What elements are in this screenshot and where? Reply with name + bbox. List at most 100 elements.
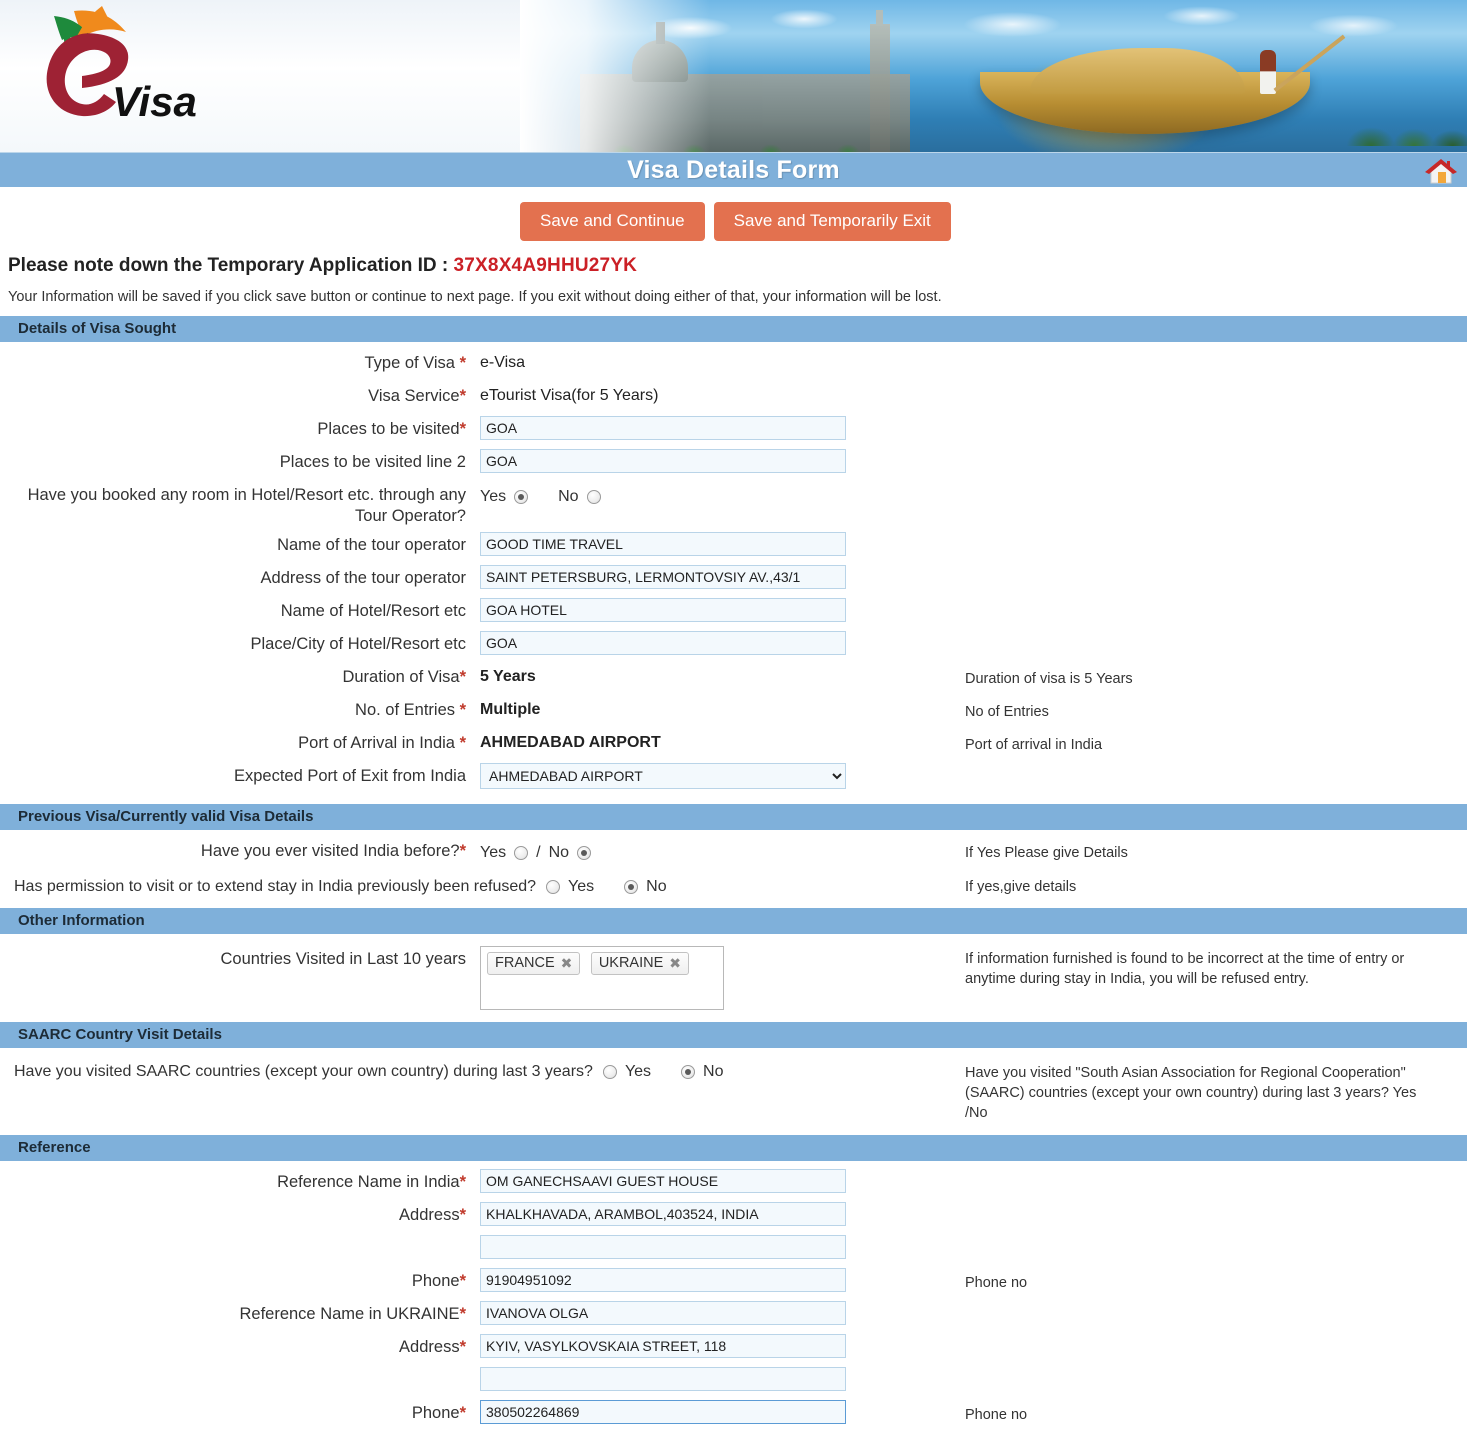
input-tour-operator-name-wrap (480, 531, 960, 556)
hint-tour-operator-address (960, 564, 1467, 570)
label-reference-address-home-text: Address (399, 1337, 460, 1356)
places-to-be-visited-input[interactable] (480, 415, 846, 440)
saarc-no-radio[interactable] (681, 1064, 696, 1079)
value-type-of-visa: e-Visa (480, 353, 526, 371)
hint-hotel-name (960, 597, 1467, 603)
field-row-port-of-exit: Expected Port of Exit from India AHMEDAB… (0, 762, 1467, 792)
label-type-of-visa: Type of Visa * (0, 349, 480, 374)
label-duration-text: Duration of Visa (342, 667, 460, 686)
reference-name-india-input[interactable] (480, 1168, 846, 1193)
tour-operator-name-input[interactable] (480, 531, 846, 556)
hint-reference-address-india (960, 1201, 1467, 1207)
label-visited-india-before-text: Have you ever visited India before? (200, 841, 460, 860)
visited-india-no-radio[interactable] (577, 845, 592, 860)
label-reference-name-home-country: Reference Name in UKRAINE* (0, 1300, 480, 1325)
label-type-of-visa-text: Type of Visa (364, 353, 460, 372)
label-places-to-be-visited: Places to be visited* (0, 415, 480, 440)
section-saarc: Have you visited SAARC countries (except… (0, 1049, 1467, 1134)
close-icon[interactable]: ✖ (561, 955, 573, 972)
port-of-exit-select[interactable]: AHMEDABAD AIRPORT (480, 762, 846, 789)
section-header-visa-sought: Details of Visa Sought (0, 314, 1467, 343)
hint-type-of-visa (960, 349, 1467, 355)
radios-booked-room-wrap: Yes No (480, 481, 960, 506)
input-reference-name-india-wrap (480, 1168, 960, 1193)
field-row-visited-india-before: Have you ever visited India before?* Yes… (0, 837, 1467, 867)
label-reference-address-home-line-2 (0, 1366, 480, 1370)
save-and-continue-button-top[interactable]: Save and Continue (520, 202, 705, 241)
hotel-name-input[interactable] (480, 597, 846, 622)
label-reference-address-india-line-2 (0, 1234, 480, 1238)
radios-visited-india-wrap: Yes / No (480, 837, 960, 862)
required-asterisk: * (459, 1205, 466, 1224)
reference-address-india-line-2-input[interactable] (480, 1234, 846, 1259)
field-row-booked-room: Have you booked any room in Hotel/Resort… (0, 481, 1467, 528)
evisa-logo: Visa (36, 6, 206, 144)
label-permission-refused: Has permission to visit or to extend sta… (14, 877, 537, 895)
required-asterisk: * (459, 386, 466, 405)
label-places-to-be-visited-text: Places to be visited (317, 419, 460, 438)
label-reference-phone-home: Phone* (0, 1399, 480, 1424)
reference-phone-india-input[interactable] (480, 1267, 846, 1292)
permission-refused-yes-radio[interactable] (546, 879, 561, 894)
home-icon[interactable] (1423, 155, 1459, 187)
banner-fade-overlay (520, 0, 710, 152)
label-reference-phone-india-text: Phone (411, 1271, 460, 1290)
booked-room-no-radio[interactable] (586, 489, 601, 504)
radio-group-saarc: Yes No (602, 1063, 724, 1081)
save-and-temporarily-exit-button-top[interactable]: Save and Temporarily Exit (713, 202, 951, 241)
field-row-reference-address-home-1: Address* (0, 1333, 1467, 1363)
reference-address-home-line-2-input[interactable] (480, 1366, 846, 1391)
logo-visa-text: Visa (112, 78, 197, 125)
label-reference-name-india: Reference Name in India* (0, 1168, 480, 1193)
saarc-yes-radio[interactable] (602, 1064, 617, 1079)
label-tour-operator-name: Name of the tour operator (277, 535, 466, 554)
reference-address-india-line-1-input[interactable] (480, 1201, 846, 1226)
tour-operator-address-input[interactable] (480, 564, 846, 589)
field-row-no-of-entries: No. of Entries * Multiple No of Entries (0, 696, 1467, 726)
close-icon[interactable]: ✖ (669, 955, 681, 972)
field-row-duration-of-visa: Duration of Visa* 5 Years Duration of vi… (0, 663, 1467, 693)
reference-phone-home-input[interactable] (480, 1399, 846, 1424)
value-visa-service-wrap: eTourist Visa(for 5 Years) (480, 382, 960, 405)
label-no-of-entries-text: No. of Entries (355, 700, 460, 719)
field-row-reference-address-india-2 (0, 1234, 1467, 1264)
visited-india-separator: / (536, 843, 541, 861)
field-row-reference-phone-home: Phone* Phone no (0, 1399, 1467, 1429)
value-port-of-arrival: AHMEDABAD AIRPORT (480, 733, 661, 751)
hint-visa-service (960, 382, 1467, 388)
label-hotel-name: Name of Hotel/Resort etc (280, 601, 466, 620)
value-type-of-visa-wrap: e-Visa (480, 349, 960, 372)
saarc-question-group: Have you visited SAARC countries (except… (0, 1055, 960, 1087)
booked-room-yes-radio[interactable] (514, 489, 529, 504)
label-port-of-arrival-text: Port of Arrival in India (298, 733, 460, 752)
temporary-application-id-value: 37X8X4A9HHU27YK (453, 254, 638, 276)
field-row-places-to-be-visited: Places to be visited* (0, 415, 1467, 445)
hint-reference-name-home-country (960, 1300, 1467, 1306)
section-other-information: Countries Visited in Last 10 years FRANC… (0, 935, 1467, 1021)
required-asterisk: * (459, 700, 466, 719)
hint-places-to-be-visited (960, 415, 1467, 421)
required-asterisk: * (459, 353, 466, 372)
permission-refused-no-radio[interactable] (624, 879, 639, 894)
label-tour-operator-address: Address of the tour operator (260, 568, 466, 587)
hint-places-line-2 (960, 448, 1467, 454)
value-no-of-entries-wrap: Multiple (480, 696, 960, 719)
input-reference-phone-india-wrap (480, 1267, 960, 1292)
section-header-saarc: SAARC Country Visit Details (0, 1020, 1467, 1049)
visited-india-yes-label: Yes (480, 843, 507, 861)
label-visa-service: Visa Service* (0, 382, 480, 407)
countries-visited-multiselect[interactable]: FRANCE ✖ UKRAINE ✖ (480, 945, 724, 1010)
reference-name-home-country-input[interactable] (480, 1300, 846, 1325)
visited-india-yes-radio[interactable] (514, 845, 529, 860)
input-reference-address-india-2-wrap (480, 1234, 960, 1259)
section-header-previous-visa: Previous Visa/Currently valid Visa Detai… (0, 802, 1467, 831)
field-row-port-of-arrival: Port of Arrival in India * AHMEDABAD AIR… (0, 729, 1467, 759)
reference-address-home-line-1-input[interactable] (480, 1333, 846, 1358)
places-to-be-visited-line-2-input[interactable] (480, 448, 846, 473)
input-hotel-city-wrap (480, 630, 960, 655)
label-reference-phone-india: Phone* (0, 1267, 480, 1292)
label-reference-phone-home-text: Phone (411, 1403, 460, 1422)
label-places-to-be-visited-line-2: Places to be visited line 2 (279, 452, 466, 471)
hotel-city-input[interactable] (480, 630, 846, 655)
field-row-saarc-question: Have you visited SAARC countries (except… (0, 1055, 1467, 1123)
